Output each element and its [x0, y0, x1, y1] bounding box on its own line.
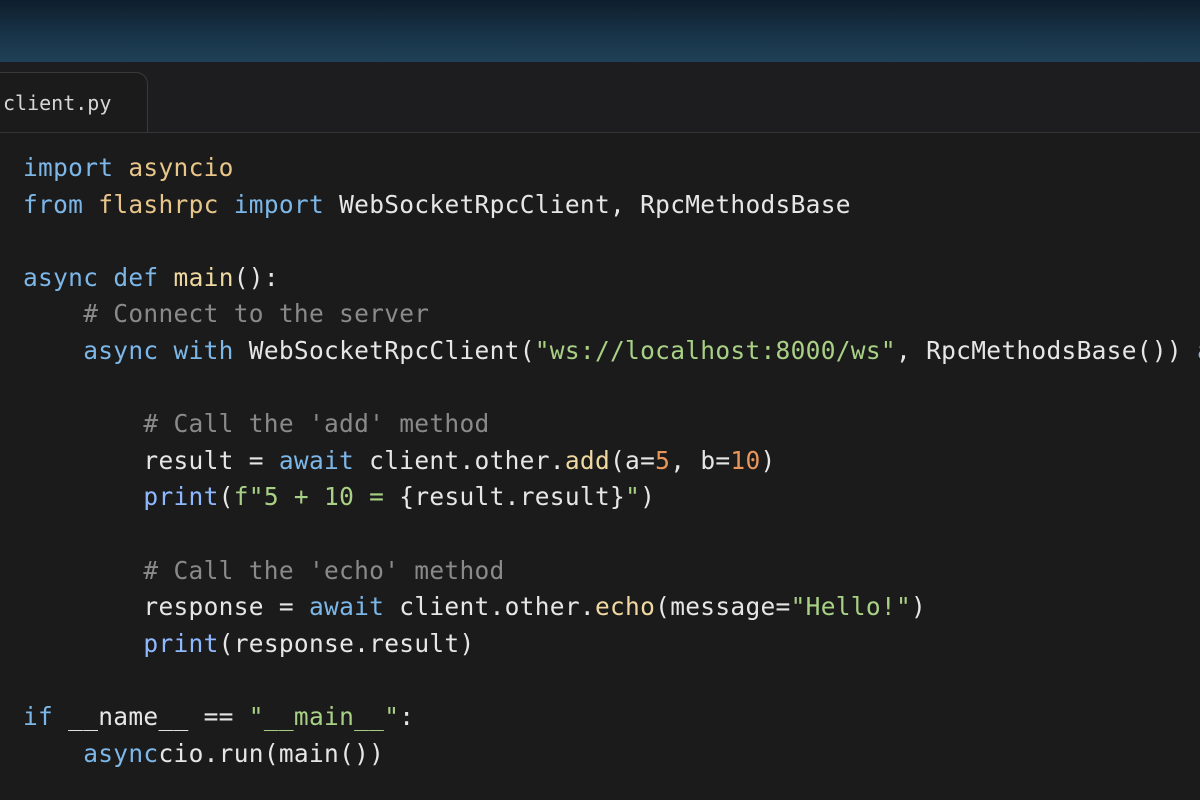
code-token: def: [113, 262, 159, 292]
code-token: echo: [594, 592, 656, 622]
code-line: async with WebSocketRpcClient("ws://loca…: [23, 333, 1200, 369]
tab-strip: client.py: [0, 62, 1200, 133]
code-token: async: [83, 738, 159, 768]
code-token: with: [173, 336, 234, 365]
code-token: cio.run(main()): [158, 738, 385, 768]
code-token: flashrpc: [98, 189, 219, 219]
code-token: ": [625, 482, 641, 512]
code-line: # Call the 'add' method: [23, 406, 490, 442]
code-token: , RpcMethodsBase()): [895, 336, 1197, 365]
code-token: ():: [233, 262, 279, 292]
code-line: async def main():: [23, 260, 279, 296]
code-token: 5: [655, 445, 671, 475]
code-token: # Call the 'add' method: [23, 409, 490, 439]
code-token: "__main__": [248, 702, 400, 731]
code-token: # Call the 'echo' method: [23, 555, 505, 585]
code-token: async: [83, 336, 159, 365]
code-token: from: [23, 189, 84, 219]
code-line: # Call the 'echo' method: [23, 553, 505, 589]
code-token: (response.result): [218, 628, 475, 658]
code-line: from flashrpc import WebSocketRpcClient,…: [23, 187, 851, 223]
code-token: import: [233, 189, 325, 219]
code-token: client.other.: [384, 592, 595, 622]
code-line: result = await client.other.add(a=5, b=1…: [23, 443, 776, 479]
code-line: if __name__ == "__main__":: [23, 699, 414, 735]
code-token: f"5 + 10 =: [233, 482, 400, 512]
tab-client-py[interactable]: client.py: [0, 72, 148, 132]
code-token: result =: [23, 445, 279, 475]
code-token: if: [23, 702, 54, 731]
code-token: WebSocketRpcClient(: [233, 336, 535, 365]
code-token: (: [218, 482, 234, 512]
code-editor[interactable]: import asyncio from flashrpc import WebSo…: [0, 133, 1200, 800]
code-token: 10: [730, 445, 761, 475]
code-line: print(f"5 + 10 = {result.result}"): [23, 479, 655, 515]
code-token: response =: [23, 592, 309, 622]
code-token: __name__ ==: [53, 702, 249, 731]
code-token: ): [640, 482, 656, 512]
code-token: asyncio: [128, 153, 234, 182]
code-token: # Connect to the server: [23, 299, 430, 329]
code-line: print(response.result): [23, 626, 475, 662]
code-token: client.other.: [354, 445, 565, 475]
code-line: # Connect to the server: [23, 296, 429, 332]
code-token: "Hello!": [790, 592, 912, 622]
code-line: asynccio.run(main()): [23, 736, 384, 772]
code-token: main: [173, 262, 234, 292]
code-line: response = await client.other.echo(messa…: [23, 589, 926, 625]
code-line: import asyncio: [23, 150, 234, 186]
code-token: print: [143, 482, 219, 512]
code-token: (a=: [610, 445, 656, 475]
code-token: ): [911, 592, 927, 622]
code-token: :: [399, 702, 415, 731]
code-token: "ws://localhost:8000/ws": [534, 336, 896, 365]
code-token: , b=: [670, 445, 731, 475]
code-token: {result.result}: [399, 482, 626, 512]
code-token: async: [23, 262, 99, 292]
window-top-bar: [0, 0, 1200, 62]
code-token: WebSocketRpcClient, RpcMethodsBase: [324, 189, 851, 219]
code-token: (message=: [655, 592, 791, 622]
code-token: await: [308, 592, 385, 622]
tab-filename: client.py: [3, 91, 112, 115]
code-token: ): [760, 445, 776, 475]
code-token: add: [564, 445, 610, 475]
code-token: import: [23, 153, 114, 182]
code-token: print: [143, 628, 219, 658]
code-token: await: [278, 445, 355, 475]
